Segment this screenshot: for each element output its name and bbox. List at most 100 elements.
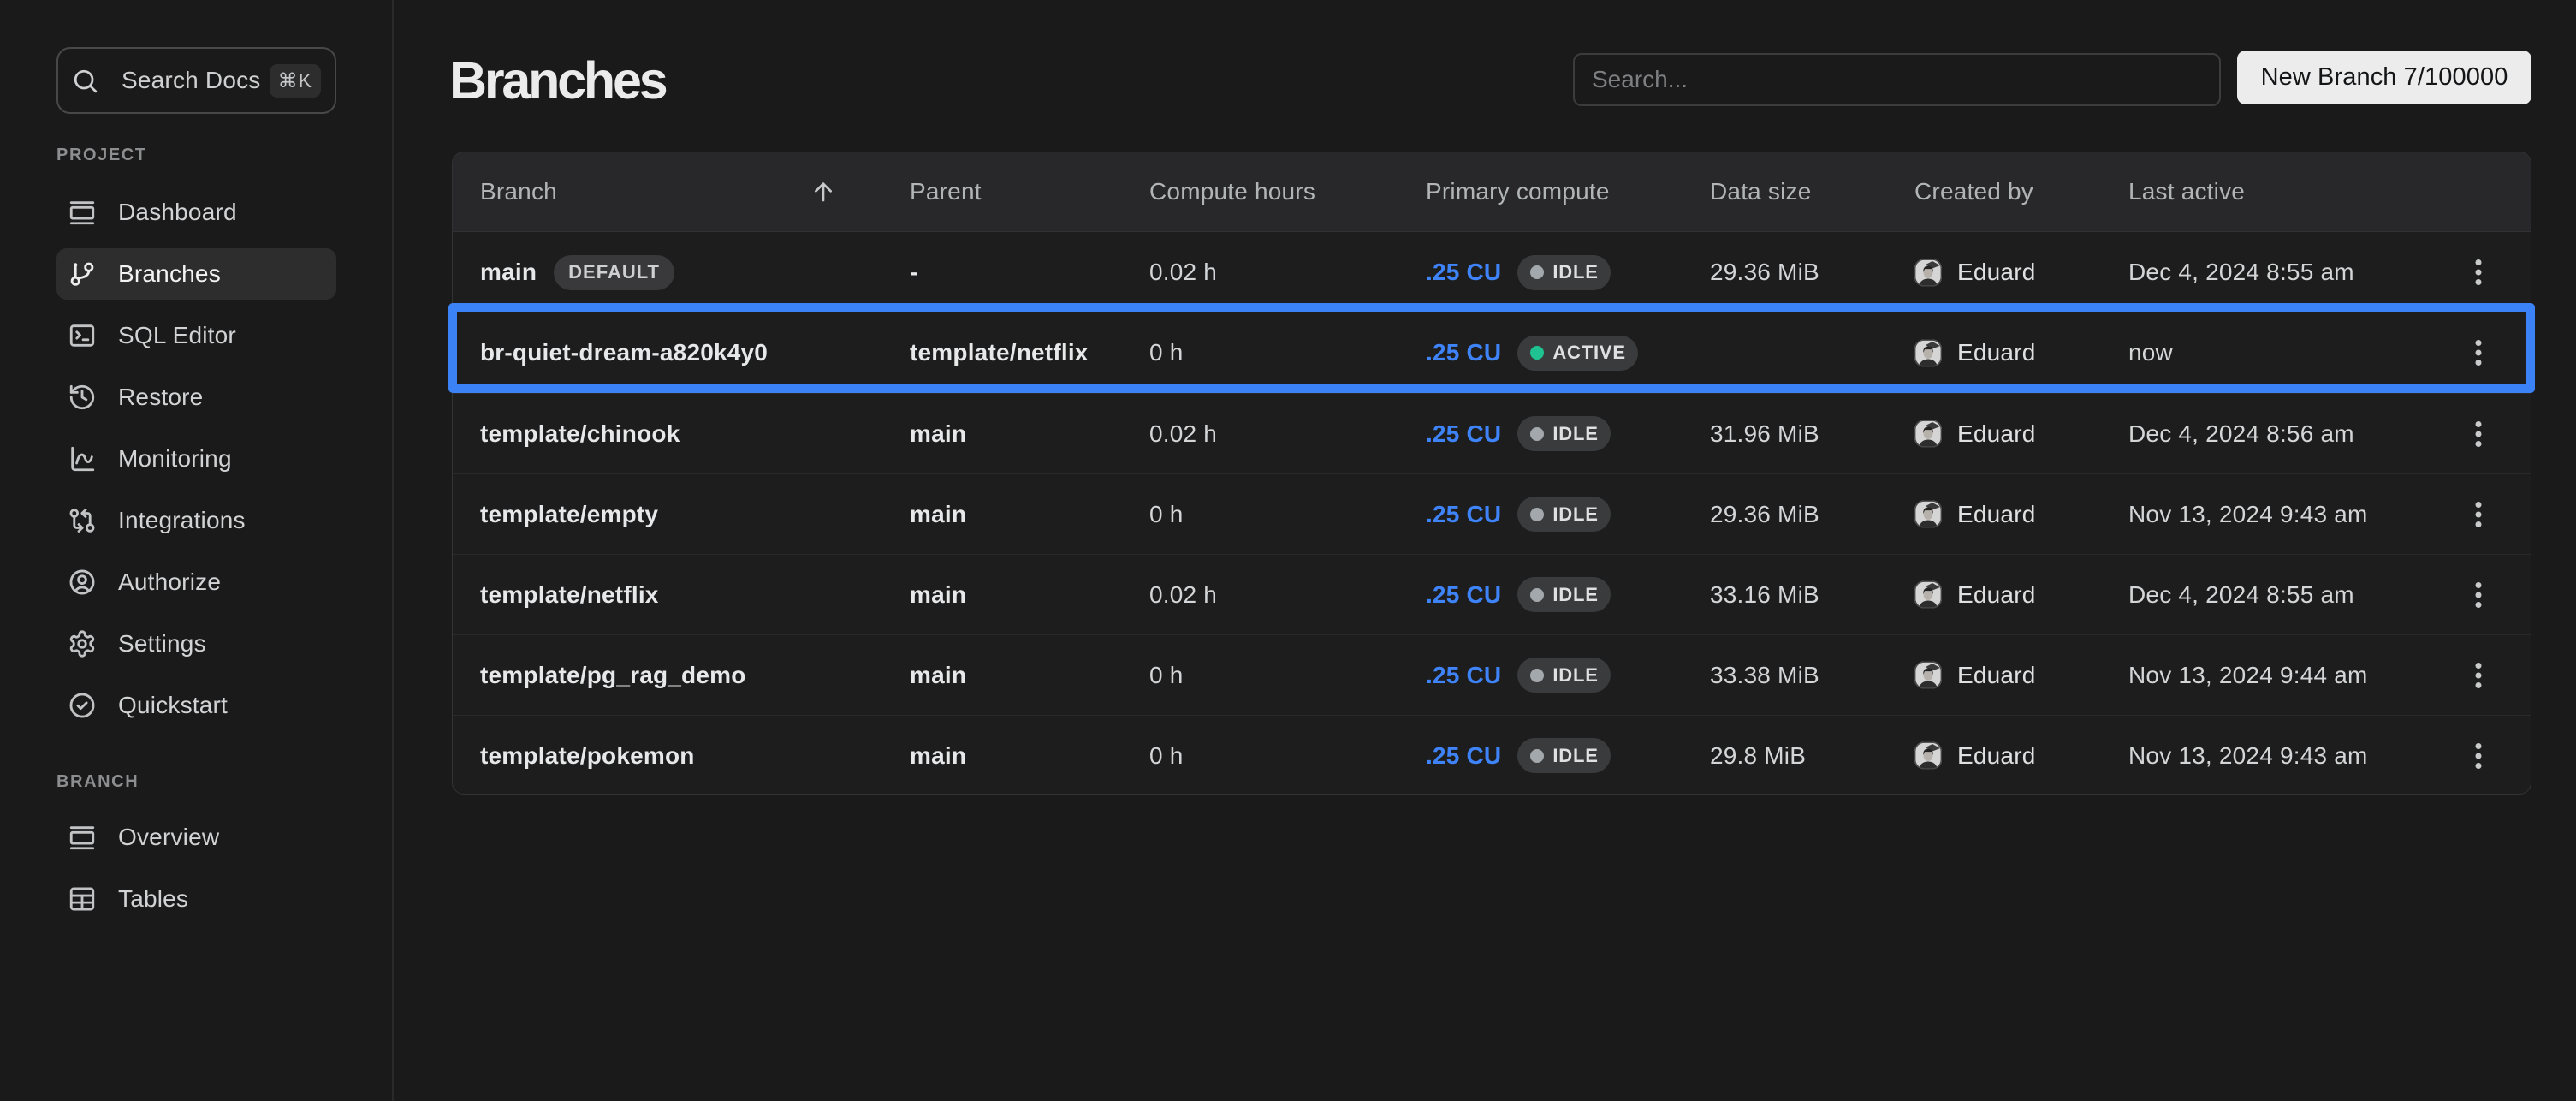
- table-row-template-pokemon[interactable]: template/pokemonmain0 h.25 CUIDLE29.8 Mi…: [453, 715, 2531, 795]
- table-row-template-netflix[interactable]: template/netflixmain0.02 h.25 CUIDLE33.1…: [453, 554, 2531, 634]
- compute-units-link[interactable]: .25 CU: [1426, 259, 1501, 286]
- sidebar-item-settings[interactable]: Settings: [56, 613, 336, 675]
- created-by-cell: Eduard: [1887, 500, 2101, 528]
- status-label: IDLE: [1552, 664, 1598, 687]
- new-branch-button[interactable]: New Branch 7/100000: [2237, 51, 2531, 104]
- search-docs-label: Search Docs: [122, 67, 261, 94]
- sidebar-item-authorize[interactable]: Authorize: [56, 551, 336, 613]
- last-active-cell: Dec 4, 2024 8:55 am: [2101, 259, 2440, 286]
- sidebar-item-integrations[interactable]: Integrations: [56, 490, 336, 551]
- kebab-menu-button[interactable]: [2464, 408, 2493, 460]
- column-header-data-size[interactable]: Data size: [1683, 178, 1887, 205]
- search-docs-button[interactable]: Search Docs ⌘K: [56, 47, 336, 114]
- column-header-parent[interactable]: Parent: [882, 178, 1122, 205]
- column-header-created-by[interactable]: Created by: [1887, 178, 2101, 205]
- restore-icon: [68, 383, 97, 412]
- sidebar-item-label: Overview: [118, 824, 219, 851]
- sidebar-item-label: Dashboard: [118, 199, 237, 226]
- last-active-cell: Dec 4, 2024 8:56 am: [2101, 420, 2440, 448]
- kebab-menu-button[interactable]: [2464, 489, 2493, 540]
- sql-editor-icon: [68, 321, 97, 350]
- sidebar-item-branches[interactable]: Branches: [56, 243, 336, 305]
- kebab-menu-button[interactable]: [2464, 730, 2493, 782]
- sidebar-item-pill: Settings: [56, 618, 336, 670]
- parent-cell: main: [882, 662, 1122, 689]
- data-size-cell: 31.96 MiB: [1683, 420, 1887, 448]
- data-size-cell: 33.16 MiB: [1683, 581, 1887, 609]
- search-docs-shortcut: ⌘K: [270, 64, 321, 98]
- sidebar-item-monitoring[interactable]: Monitoring: [56, 428, 336, 490]
- kebab-menu-button[interactable]: [2464, 650, 2493, 701]
- compute-units-link[interactable]: .25 CU: [1426, 662, 1501, 689]
- column-header-primary-compute[interactable]: Primary compute: [1398, 178, 1683, 205]
- data-size-cell: 33.38 MiB: [1683, 662, 1887, 689]
- sort-ascending-icon[interactable]: [810, 178, 837, 205]
- sidebar-item-restore[interactable]: Restore: [56, 366, 336, 428]
- data-size-value: 33.16 MiB: [1710, 581, 1819, 609]
- branch-name: template/empty: [480, 501, 658, 528]
- avatar: [1914, 420, 1942, 448]
- sidebar-item-pill: Quickstart: [56, 680, 336, 731]
- parent-name: template/netflix: [910, 339, 1089, 366]
- row-actions-cell: [2440, 312, 2532, 393]
- branch-cell: mainDEFAULT: [453, 255, 882, 290]
- table-row-template-chinook[interactable]: template/chinookmain0.02 h.25 CUIDLE31.9…: [453, 393, 2531, 473]
- main-content: Branches New Branch 7/100000 BranchParen…: [395, 0, 2576, 1101]
- sidebar-item-quickstart[interactable]: Quickstart: [56, 675, 336, 736]
- compute-hours-cell: 0 h: [1122, 662, 1398, 689]
- table-row-br-quiet-dream-a820k4y0[interactable]: br-quiet-dream-a820k4y0template/netflix0…: [453, 312, 2531, 393]
- last-active-value: Dec 4, 2024 8:56 am: [2128, 420, 2354, 448]
- compute-hours-cell: 0.02 h: [1122, 259, 1398, 286]
- search-icon: [71, 67, 99, 95]
- table-row-template-empty[interactable]: template/emptymain0 h.25 CUIDLE29.36 MiB…: [453, 473, 2531, 554]
- compute-units-link[interactable]: .25 CU: [1426, 581, 1501, 609]
- row-actions-cell: [2440, 716, 2532, 795]
- dashboard-icon: [68, 198, 97, 227]
- sidebar-item-label: Quickstart: [118, 692, 228, 719]
- sidebar-item-label: Tables: [118, 885, 188, 913]
- sidebar-item-overview[interactable]: Overview: [56, 806, 336, 868]
- avatar: [1914, 339, 1942, 367]
- created-by-name: Eduard: [1957, 259, 2036, 286]
- kebab-menu-button[interactable]: [2464, 327, 2493, 378]
- last-active-cell: Nov 13, 2024 9:43 am: [2101, 742, 2440, 770]
- compute-hours-value: 0.02 h: [1149, 581, 1217, 609]
- data-size-cell: 29.36 MiB: [1683, 501, 1887, 528]
- tables-icon: [68, 884, 97, 914]
- column-header-last-active[interactable]: Last active: [2101, 178, 2440, 205]
- sidebar-item-pill: Branches: [56, 248, 336, 300]
- sidebar-item-label: Integrations: [118, 507, 246, 534]
- table-body: mainDEFAULT-0.02 h.25 CUIDLE29.36 MiBEdu…: [453, 232, 2531, 795]
- branches-search-input[interactable]: [1573, 53, 2221, 106]
- branch-name: template/netflix: [480, 581, 659, 609]
- sidebar-item-label: Monitoring: [118, 445, 232, 473]
- table-row-main[interactable]: mainDEFAULT-0.02 h.25 CUIDLE29.36 MiBEdu…: [453, 232, 2531, 312]
- table-row-template-pg-rag-demo[interactable]: template/pg_rag_demomain0 h.25 CUIDLE33.…: [453, 634, 2531, 715]
- sidebar-item-tables[interactable]: Tables: [56, 868, 336, 930]
- kebab-menu-button[interactable]: [2464, 247, 2493, 298]
- compute-hours-value: 0.02 h: [1149, 259, 1217, 286]
- branch-cell: template/pokemon: [453, 742, 882, 770]
- created-by-name: Eduard: [1957, 742, 2036, 770]
- row-actions-cell: [2440, 555, 2532, 634]
- row-actions-cell: [2440, 232, 2532, 312]
- sidebar-item-dashboard[interactable]: Dashboard: [56, 182, 336, 243]
- sidebar-item-pill: SQL Editor: [56, 310, 336, 361]
- compute-units-link[interactable]: .25 CU: [1426, 501, 1501, 528]
- compute-units-link[interactable]: .25 CU: [1426, 742, 1501, 770]
- status-dot-active: [1530, 346, 1544, 360]
- page-title: Branches: [449, 55, 665, 107]
- kebab-menu-button[interactable]: [2464, 569, 2493, 621]
- last-active-cell: Nov 13, 2024 9:44 am: [2101, 662, 2440, 689]
- data-size-cell: 29.36 MiB: [1683, 259, 1887, 286]
- sidebar-item-sql-editor[interactable]: SQL Editor: [56, 305, 336, 366]
- overview-icon: [68, 823, 97, 852]
- branch-name: main: [480, 259, 537, 286]
- column-header-compute-hours[interactable]: Compute hours: [1122, 178, 1398, 205]
- compute-units-link[interactable]: .25 CU: [1426, 420, 1501, 448]
- compute-units-link[interactable]: .25 CU: [1426, 339, 1501, 366]
- quickstart-icon: [68, 691, 97, 720]
- primary-compute-cell: .25 CU IDLE: [1398, 658, 1683, 693]
- status-label: IDLE: [1552, 745, 1598, 767]
- status-label: IDLE: [1552, 503, 1598, 526]
